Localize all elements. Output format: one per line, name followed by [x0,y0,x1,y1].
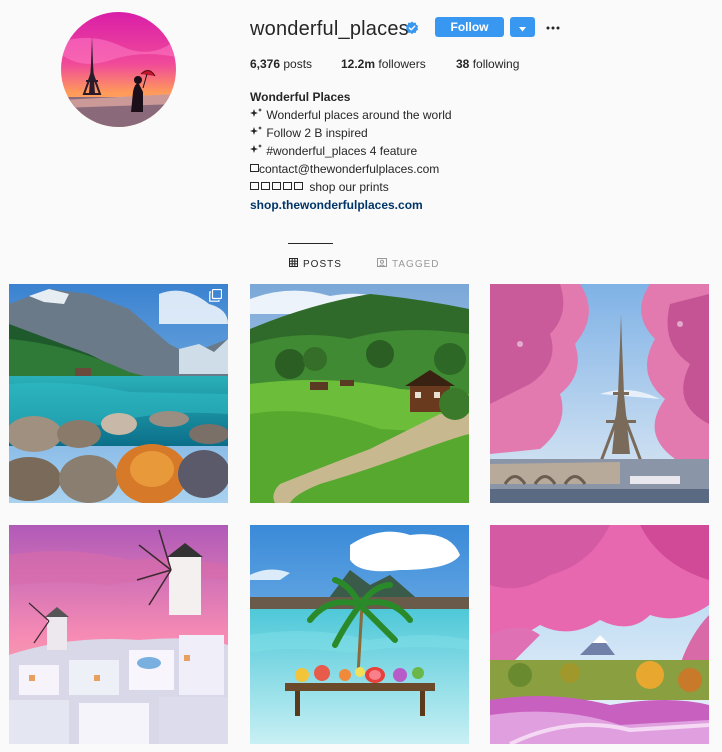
multiple-photos-icon [209,289,222,302]
profile-full-name: Wonderful Places [250,90,351,104]
tab-posts[interactable]: POSTS [289,258,342,271]
followers-label: followers [378,57,426,71]
suggestions-dropdown-button[interactable] [510,17,535,37]
post-thumbnail[interactable] [490,284,709,503]
following-label: following [472,57,520,71]
caret-down-icon [519,20,526,35]
tag-icon [377,258,387,271]
active-tab-indicator [288,243,333,244]
bio-line: shop our prints [250,178,452,196]
post-thumbnail[interactable] [250,525,469,744]
following-count: 38 [456,57,470,71]
post-thumbnail[interactable] [250,284,469,503]
followers-stat[interactable]: 12.2m followers [341,57,426,71]
post-thumbnail[interactable] [490,525,709,744]
bio-line: Wonderful places around the world [250,106,452,124]
envelope-icon [250,162,259,176]
tab-posts-label: POSTS [303,258,342,270]
post-thumbnail[interactable] [9,525,228,744]
sparkles-icon [250,144,263,158]
profile-avatar[interactable] [61,12,176,127]
profile-bio: Wonderful Places Wonderful places around… [250,88,452,214]
posts-label: posts [283,57,313,71]
tab-tagged[interactable]: TAGGED [377,258,439,271]
sparkles-icon [250,126,263,140]
followers-count: 12.2m [341,57,376,71]
posts-stat: 6,376 posts [250,57,312,71]
bio-line: Follow 2 B inspired [250,124,452,142]
post-thumbnail[interactable] [9,284,228,503]
bio-line: contact@thewonderfulplaces.com [250,160,452,178]
verified-badge-icon [405,21,419,35]
bio-website-link[interactable]: shop.thewonderfulplaces.com [250,196,452,214]
more-horizontal-icon [546,17,560,35]
profile-username: wonderful_places [250,18,409,40]
more-options-button[interactable] [544,16,562,36]
tab-tagged-label: TAGGED [392,258,440,270]
following-stat[interactable]: 38 following [456,57,519,71]
follow-button[interactable]: Follow [435,17,504,37]
flag-icons [250,180,306,194]
sparkles-icon [250,108,263,122]
grid-icon [289,258,298,271]
bio-line: #wonderful_places 4 feature [250,142,452,160]
posts-count: 6,376 [250,57,281,71]
